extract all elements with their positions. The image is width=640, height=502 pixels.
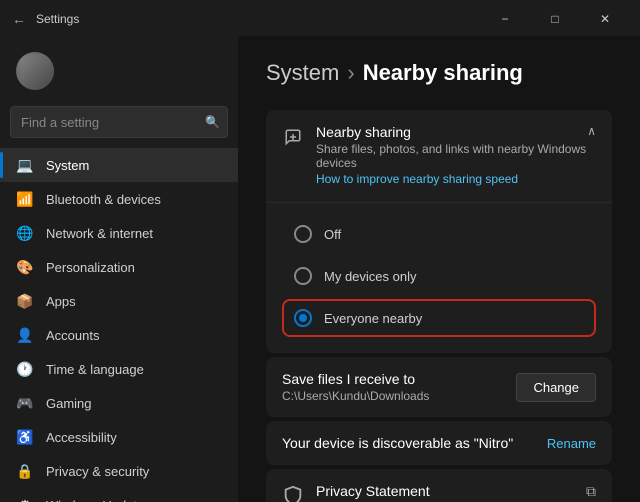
- sidebar-item-label: Apps: [46, 294, 76, 309]
- titlebar: ← Settings − □ ✕: [0, 0, 640, 36]
- privacy-icon: 🔒: [16, 462, 34, 480]
- sidebar-item-network[interactable]: 🌐 Network & internet: [0, 216, 238, 250]
- sidebar-item-privacy[interactable]: 🔒 Privacy & security: [0, 454, 238, 488]
- radio-label-everyone: Everyone nearby: [324, 311, 422, 326]
- bluetooth-icon: 📶: [16, 190, 34, 208]
- radio-options: Off My devices only Everyone nearby: [266, 203, 612, 353]
- card-chevron-icon[interactable]: ∧: [587, 124, 596, 138]
- accessibility-icon: ♿: [16, 428, 34, 446]
- sidebar-item-label: System: [46, 158, 89, 173]
- breadcrumb-separator: ›: [347, 60, 354, 86]
- sidebar-item-label: Windows Update: [46, 498, 144, 502]
- titlebar-left: ← Settings: [12, 11, 79, 27]
- rename-button[interactable]: Rename: [547, 436, 596, 451]
- nearby-sharing-desc: Share files, photos, and links with near…: [316, 142, 587, 170]
- search-box[interactable]: 🔍: [10, 106, 228, 138]
- search-icon: 🔍: [205, 115, 220, 129]
- time-icon: 🕐: [16, 360, 34, 378]
- nearby-sharing-icon: [282, 126, 304, 148]
- sidebar-item-gaming[interactable]: 🎮 Gaming: [0, 386, 238, 420]
- save-files-title: Save files I receive to: [282, 371, 429, 387]
- content-area: System › Nearby sharing Nearby sharing S…: [238, 36, 640, 502]
- breadcrumb-parent: System: [266, 60, 339, 86]
- discoverable-row: Your device is discoverable as "Nitro" R…: [266, 421, 612, 465]
- discoverable-text: Your device is discoverable as "Nitro": [282, 435, 513, 451]
- card-header: Nearby sharing Share files, photos, and …: [266, 110, 612, 203]
- breadcrumb-current: Nearby sharing: [363, 60, 523, 86]
- apps-icon: 📦: [16, 292, 34, 310]
- nearby-sharing-card: Nearby sharing Share files, photos, and …: [266, 110, 612, 353]
- avatar: [16, 52, 54, 90]
- search-input[interactable]: [10, 106, 228, 138]
- sidebar-item-time[interactable]: 🕐 Time & language: [0, 352, 238, 386]
- sidebar: 🔍 💻 System 📶 Bluetooth & devices 🌐 Netwo…: [0, 36, 238, 502]
- sidebar-item-apps[interactable]: 📦 Apps: [0, 284, 238, 318]
- radio-dot-everyone: [299, 314, 307, 322]
- main-layout: 🔍 💻 System 📶 Bluetooth & devices 🌐 Netwo…: [0, 36, 640, 502]
- minimize-button[interactable]: −: [482, 5, 528, 33]
- privacy-statement-row: Privacy Statement Understand how Microso…: [266, 469, 612, 502]
- sidebar-item-label: Network & internet: [46, 226, 153, 241]
- gaming-icon: 🎮: [16, 394, 34, 412]
- sidebar-item-accounts[interactable]: 👤 Accounts: [0, 318, 238, 352]
- personalization-icon: 🎨: [16, 258, 34, 276]
- sidebar-item-personalization[interactable]: 🎨 Personalization: [0, 250, 238, 284]
- sidebar-item-bluetooth[interactable]: 📶 Bluetooth & devices: [0, 182, 238, 216]
- radio-button-my-devices[interactable]: [294, 267, 312, 285]
- titlebar-title: Settings: [36, 12, 79, 26]
- sidebar-item-label: Gaming: [46, 396, 92, 411]
- shield-icon: [282, 485, 304, 502]
- save-files-row: Save files I receive to C:\Users\Kundu\D…: [266, 357, 612, 417]
- sidebar-item-label: Privacy & security: [46, 464, 149, 479]
- external-link-icon[interactable]: ⧉: [586, 483, 596, 500]
- maximize-button[interactable]: □: [532, 5, 578, 33]
- sidebar-item-windows-update[interactable]: ⚙ Windows Update: [0, 488, 238, 502]
- radio-button-off[interactable]: [294, 225, 312, 243]
- accounts-icon: 👤: [16, 326, 34, 344]
- windows-update-icon: ⚙: [16, 496, 34, 502]
- radio-option-everyone[interactable]: Everyone nearby: [282, 299, 596, 337]
- sidebar-item-accessibility[interactable]: ♿ Accessibility: [0, 420, 238, 454]
- radio-label-my-devices: My devices only: [324, 269, 416, 284]
- page-header: System › Nearby sharing: [266, 60, 612, 86]
- user-section: [0, 44, 238, 106]
- system-icon: 💻: [16, 156, 34, 174]
- nearby-sharing-title: Nearby sharing: [316, 124, 587, 140]
- radio-option-my-devices[interactable]: My devices only: [282, 257, 596, 295]
- sidebar-item-label: Accounts: [46, 328, 99, 343]
- radio-option-off[interactable]: Off: [282, 215, 596, 253]
- nearby-sharing-link[interactable]: How to improve nearby sharing speed: [316, 172, 518, 186]
- sidebar-item-system[interactable]: 💻 System: [0, 148, 238, 182]
- privacy-title: Privacy Statement: [316, 483, 574, 499]
- sidebar-item-label: Accessibility: [46, 430, 117, 445]
- sidebar-item-label: Time & language: [46, 362, 144, 377]
- radio-label-off: Off: [324, 227, 341, 242]
- radio-button-everyone[interactable]: [294, 309, 312, 327]
- save-files-path: C:\Users\Kundu\Downloads: [282, 389, 429, 403]
- close-button[interactable]: ✕: [582, 5, 628, 33]
- titlebar-controls: − □ ✕: [482, 5, 628, 33]
- back-icon[interactable]: ←: [12, 11, 26, 27]
- sidebar-item-label: Personalization: [46, 260, 135, 275]
- sidebar-item-label: Bluetooth & devices: [46, 192, 161, 207]
- network-icon: 🌐: [16, 224, 34, 242]
- change-button[interactable]: Change: [516, 373, 596, 402]
